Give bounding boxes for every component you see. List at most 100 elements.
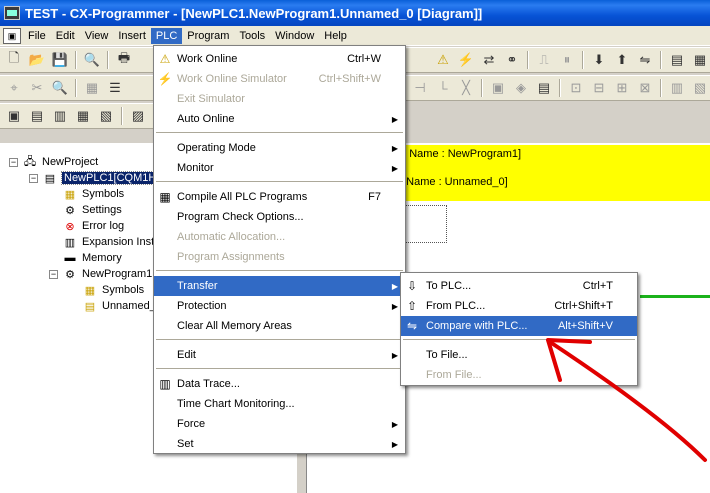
monitor-icon[interactable]: ▦	[690, 51, 710, 69]
menu-item-program-check-options[interactable]: Program Check Options...	[154, 207, 405, 227]
tree-symbols-label: Symbols	[82, 188, 125, 200]
compare-toolbar-icon[interactable]: ⇋	[635, 51, 655, 69]
cut-icon[interactable]: ✂	[27, 79, 47, 97]
monitor3-icon[interactable]: ▧	[690, 79, 710, 97]
menu-item-work-online[interactable]: ⚠ Work Online Ctrl+W	[154, 49, 405, 69]
download-icon[interactable]: ⬇	[589, 51, 609, 69]
tree-node-memory[interactable]: ▬ Memory	[62, 251, 122, 265]
pause-icon[interactable]: ⏸	[557, 51, 577, 69]
transfer-icon[interactable]: ⎍	[534, 51, 554, 69]
line-icon[interactable]: ╳	[456, 79, 476, 97]
menu-item-set[interactable]: Set ▶	[154, 434, 405, 454]
tree-project-label: NewProject	[42, 156, 99, 168]
menu-item-to-plc[interactable]: ⇩ To PLC... Ctrl+T	[401, 276, 637, 296]
instruction-icon[interactable]: ▣	[488, 79, 508, 97]
symbols-icon: ▦	[84, 284, 96, 297]
menu-item-data-trace[interactable]: ▥ Data Trace...	[154, 374, 405, 394]
menu-tools[interactable]: Tools	[234, 28, 270, 44]
online-connect-icon[interactable]: ⚭	[502, 51, 522, 69]
program-icon: ⚙	[65, 268, 75, 281]
menu-help[interactable]: Help	[319, 28, 352, 44]
tree-node-error-log[interactable]: ⊗ Error log	[62, 219, 124, 233]
tree-plc-label: NewPLC1[CQM1H]	[60, 171, 163, 185]
ladder-icon[interactable]: ☰	[105, 79, 125, 97]
properties-icon[interactable]: ▧	[96, 107, 116, 125]
menu-window[interactable]: Window	[270, 28, 319, 44]
menu-item-monitor[interactable]: Monitor ▶	[154, 158, 405, 178]
monitor2-icon[interactable]: ▥	[667, 79, 687, 97]
menu-item-transfer[interactable]: Transfer ▶	[154, 276, 405, 296]
menu-item-compile-all[interactable]: ▦ Compile All PLC Programs F7	[154, 187, 405, 207]
document-system-icon[interactable]: ▣	[3, 27, 21, 44]
save-icon[interactable]: 💾	[50, 51, 70, 69]
auto-online-icon[interactable]: ⇄	[479, 51, 499, 69]
menu-item-auto-online[interactable]: Auto Online ▶	[154, 109, 405, 129]
menu-item-clear-all-memory[interactable]: Clear All Memory Areas	[154, 316, 405, 336]
expand-plc-toggle[interactable]: −	[29, 174, 38, 183]
step-icon[interactable]: ⊡	[566, 79, 586, 97]
bit-icon[interactable]: ◈	[511, 79, 531, 97]
tree-node-section[interactable]: ▤ Unnamed_	[82, 299, 156, 313]
tree-node-settings[interactable]: ⚙ Settings	[62, 203, 122, 217]
menu-item-operating-mode[interactable]: Operating Mode ▶	[154, 138, 405, 158]
menu-item-time-chart-monitoring[interactable]: Time Chart Monitoring...	[154, 394, 405, 414]
print-icon[interactable]: 🖶	[114, 50, 134, 69]
simulator-icon[interactable]: ⚡	[456, 51, 476, 69]
app-icon	[4, 6, 20, 20]
menu-item-work-online-simulator[interactable]: ⚡ Work Online Simulator Ctrl+Shift+W	[154, 69, 405, 89]
menu-item-protection[interactable]: Protection ▶	[154, 296, 405, 316]
table-icon[interactable]: ▤	[534, 79, 554, 97]
new-file-icon[interactable]: 🗋	[4, 50, 24, 69]
watch-window-icon[interactable]: ▥	[50, 107, 70, 125]
work-online-icon[interactable]: ⚠	[433, 51, 453, 69]
tree-program-symbols-label: Symbols	[102, 284, 145, 296]
tree-node-expansion[interactable]: ▥ Expansion Inst	[62, 235, 154, 249]
memory-icon: ▬	[64, 252, 76, 264]
output-window-icon[interactable]: ▤	[27, 107, 47, 125]
section-name-text: n Name : Unnamed_0]	[397, 176, 508, 188]
step2-icon[interactable]: ⊟	[589, 79, 609, 97]
tree-program-label: NewProgram1	[82, 268, 153, 280]
menu-item-exit-simulator[interactable]: Exit Simulator	[154, 89, 405, 109]
menu-insert[interactable]: Insert	[113, 28, 151, 44]
plc-mode-icon[interactable]: ▤	[667, 51, 687, 69]
open-folder-icon[interactable]: 📂	[27, 51, 47, 69]
menu-item-edit[interactable]: Edit ▶	[154, 345, 405, 365]
data-trace-icon: ▥	[159, 377, 171, 391]
coil-icon[interactable]: └	[433, 79, 453, 97]
tree-node-symbols[interactable]: ▦ Symbols	[62, 187, 124, 201]
step4-icon[interactable]: ⊠	[635, 79, 655, 97]
menu-file[interactable]: File	[23, 28, 51, 44]
menu-view[interactable]: View	[80, 28, 114, 44]
tree-settings-label: Settings	[82, 204, 122, 216]
print-preview-icon[interactable]: 🔍	[82, 51, 102, 69]
project-window-icon[interactable]: ▣	[4, 107, 24, 125]
tree-node-plc[interactable]: ▤ NewPLC1[CQM1H]	[42, 171, 163, 185]
tree-node-project[interactable]: 🖧 NewProject	[22, 155, 98, 169]
io-table-icon[interactable]: ▨	[128, 107, 148, 125]
tree-node-program-symbols[interactable]: ▦ Symbols	[82, 283, 144, 297]
select-icon[interactable]: ⌖	[4, 79, 24, 97]
error-log-icon: ⊗	[65, 220, 75, 233]
expand-program-toggle[interactable]: −	[49, 270, 58, 279]
menu-item-program-assignments[interactable]: Program Assignments	[154, 247, 405, 267]
tree-node-program[interactable]: ⚙ NewProgram1	[62, 267, 152, 281]
menu-item-from-plc[interactable]: ⇧ From PLC... Ctrl+Shift+T	[401, 296, 637, 316]
menu-program[interactable]: Program	[182, 28, 234, 44]
menu-edit[interactable]: Edit	[51, 28, 80, 44]
section-icon: ▤	[84, 300, 96, 313]
expand-project-toggle[interactable]: −	[9, 158, 18, 167]
warning-icon: ⚠	[159, 52, 171, 66]
to-plc-icon: ⇩	[406, 279, 418, 293]
contact-icon[interactable]: ⊣	[410, 79, 430, 97]
menu-item-force[interactable]: Force ▶	[154, 414, 405, 434]
find-icon[interactable]: 🔍	[50, 79, 70, 97]
menu-plc[interactable]: PLC	[150, 27, 183, 44]
submenu-arrow-icon: ▶	[391, 301, 398, 311]
address-ref-icon[interactable]: ▦	[73, 107, 93, 125]
step3-icon[interactable]: ⊞	[612, 79, 632, 97]
upload-icon[interactable]: ⬆	[612, 51, 632, 69]
grid-icon[interactable]: ▦	[82, 79, 102, 97]
menu-item-automatic-allocation[interactable]: Automatic Allocation...	[154, 227, 405, 247]
menu-separator	[156, 270, 403, 271]
